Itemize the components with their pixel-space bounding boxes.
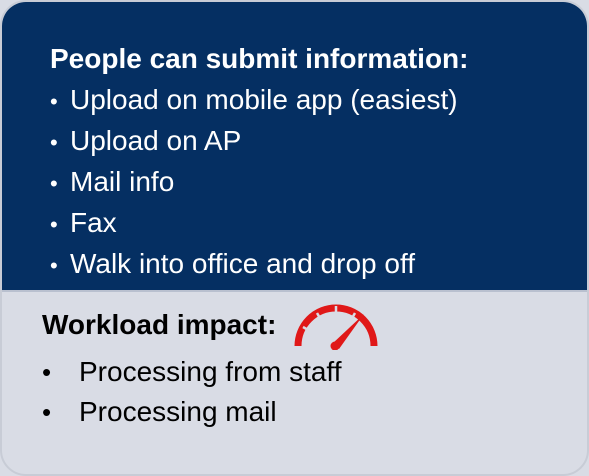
bullet: • xyxy=(50,212,58,237)
list-item-text: Walk into office and drop off xyxy=(70,248,416,279)
list-item-text: Mail info xyxy=(70,166,175,197)
list-item-text: Upload on AP xyxy=(70,125,242,156)
speedometer-high-icon xyxy=(294,304,378,350)
list-item: • Mail info xyxy=(50,162,458,203)
info-card: People can submit information: • Upload o… xyxy=(0,0,589,476)
bullet: • xyxy=(42,397,52,427)
bullet: • xyxy=(50,171,58,196)
bullet: • xyxy=(42,357,52,387)
submit-panel: People can submit information: • Upload o… xyxy=(2,2,587,292)
list-item-text: Fax xyxy=(70,207,117,238)
list-item: • Walk into office and drop off xyxy=(50,244,458,285)
submit-title: People can submit information: xyxy=(50,43,469,74)
workload-header: Workload impact: xyxy=(42,300,382,350)
list-item-text: Processing mail xyxy=(79,396,277,427)
list-item-text: Upload on mobile app (easiest) xyxy=(70,84,458,115)
list-item-text: Processing from staff xyxy=(79,356,342,387)
bullet: • xyxy=(50,253,58,278)
bullet: • xyxy=(50,89,58,114)
list-item: • Upload on AP xyxy=(50,121,458,162)
submit-list: • Upload on mobile app (easiest) • Upload … xyxy=(50,80,458,285)
list-item: • Upload on mobile app (easiest) xyxy=(50,80,458,121)
list-item: • Processing mail xyxy=(42,392,341,432)
workload-list: • Processing from staff • Processing mail xyxy=(42,352,341,432)
bullet: • xyxy=(50,130,58,155)
list-item: • Fax xyxy=(50,203,458,244)
list-item: • Processing from staff xyxy=(42,352,341,392)
workload-title: Workload impact: xyxy=(42,309,277,340)
